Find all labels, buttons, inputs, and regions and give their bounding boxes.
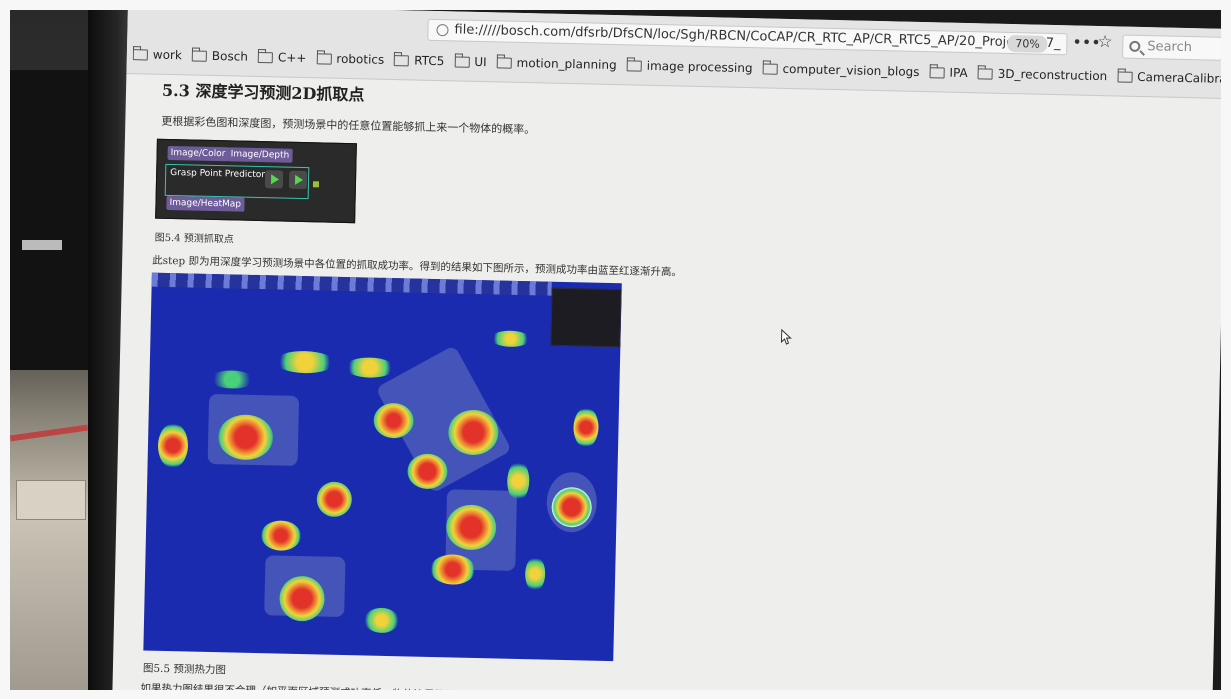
info-icon[interactable] [436, 24, 449, 37]
bookmark-motion-planning[interactable]: motion_planning [496, 55, 617, 72]
search-icon [1129, 40, 1141, 52]
heat-blob [209, 369, 255, 389]
monitor-screen: file://///bosch.com/dfsrb/DfsCN/loc/Sgh/… [112, 10, 1221, 690]
mouse-cursor-icon [780, 328, 792, 345]
bookmark-cv-blogs[interactable]: computer_vision_blogs [762, 61, 920, 79]
bookmark-3d-reconstruction[interactable]: 3D_reconstruction [977, 66, 1107, 83]
heat-blob [157, 422, 189, 469]
url-text: file://///bosch.com/dfsrb/DfsCN/loc/Sgh/… [454, 22, 1061, 52]
output-heatmap-tag: Image/HeatMap [166, 195, 245, 212]
folder-icon [929, 66, 945, 79]
document-content: 5.3 深度学习预测2D抓取点 更根据彩色图和深度图，预测场景中的任意位置能够抓… [140, 77, 1216, 690]
heat-blob [506, 460, 530, 502]
folder-icon [496, 56, 512, 69]
folder-icon [316, 52, 332, 65]
bookmark-star-icon[interactable]: ☆ [1097, 32, 1113, 52]
heat-blob [573, 407, 599, 448]
bookmark-camera-calibration[interactable]: CameraCalibration [1117, 69, 1221, 86]
heat-blob [274, 350, 336, 374]
folder-icon [454, 55, 470, 68]
bookmark-robotics[interactable]: robotics [316, 51, 384, 67]
folder-icon [977, 67, 993, 80]
zoom-badge[interactable]: 70% [1007, 34, 1048, 53]
figure-caption-1: 图5.4 预测抓取点 [154, 232, 234, 246]
cable [10, 424, 89, 442]
heat-blob [490, 330, 531, 348]
folder-icon [191, 49, 208, 62]
photo-frame: file://///bosch.com/dfsrb/DfsCN/loc/Sgh/… [10, 10, 1221, 690]
bookmark-cpp[interactable]: C++ [257, 50, 307, 65]
section-heading: 5.3 深度学习预测2D抓取点 [161, 80, 365, 105]
heat-blob [363, 607, 400, 634]
play-icon[interactable] [264, 170, 284, 189]
heat-blob [260, 520, 302, 552]
heat-blob [524, 556, 546, 592]
search-placeholder: Search [1147, 39, 1193, 56]
input-color-tag: Image/Color [167, 145, 229, 162]
heat-blob [429, 554, 476, 586]
play-icon[interactable] [288, 170, 308, 190]
folder-icon [132, 48, 148, 60]
desk-device [16, 480, 86, 520]
folder-icon [394, 54, 410, 66]
predictor-title: Grasp Point Predictor [170, 168, 266, 181]
search-input[interactable]: Search [1122, 34, 1221, 61]
dark-device [10, 70, 88, 370]
bookmark-ipa[interactable]: IPA [929, 65, 968, 80]
heat-blob [344, 357, 396, 379]
folder-icon [1117, 70, 1133, 83]
bookmark-rtc5[interactable]: RTC5 [394, 53, 444, 68]
folder-icon [626, 59, 642, 72]
bookmark-bosch[interactable]: Bosch [191, 48, 248, 64]
figure-caption-2: 图5.5 预测热力图 [142, 662, 227, 677]
paragraph-3: 如果热力图结果很不合理（如平面区域预测成功率低，物体边界预测成功率高），请优先检… [140, 680, 1175, 690]
folder-icon [257, 51, 274, 63]
bookmark-work[interactable]: work [132, 47, 182, 62]
bookmark-ui[interactable]: UI [454, 54, 487, 69]
heatmap-image [143, 272, 622, 662]
heat-blob [316, 481, 353, 518]
heatmap-top-strip [151, 272, 552, 296]
bookmark-image-processing[interactable]: image processing [626, 58, 753, 75]
sticker [22, 240, 62, 250]
intro-paragraph: 更根据彩色图和深度图，预测场景中的任意位置能够抓上来一个物体的概率。 [161, 114, 536, 137]
grasp-node-diagram: Image/Color Image/Depth Grasp Point Pred… [155, 138, 357, 224]
output-port [312, 181, 320, 188]
predictor-node: Grasp Point Predictor [164, 163, 310, 200]
heatmap-inset [550, 287, 622, 348]
input-depth-tag: Image/Depth [227, 147, 293, 163]
folder-icon [762, 62, 778, 75]
